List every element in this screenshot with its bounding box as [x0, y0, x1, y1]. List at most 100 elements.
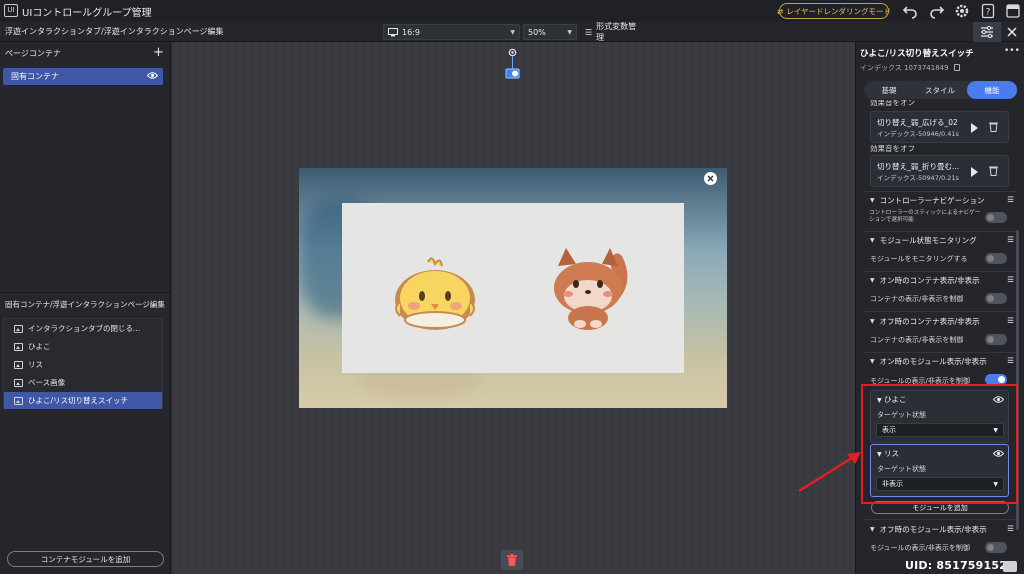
layer-render-mode-label: レイヤードレンダリングモード [786, 6, 892, 16]
tab-basic[interactable]: 基礎 [866, 81, 912, 99]
image-icon [14, 324, 23, 333]
selection-handle-icon[interactable] [505, 48, 520, 80]
eye-icon[interactable] [147, 71, 158, 80]
sound-info: インデックス-50947/0.21s [877, 174, 959, 182]
section-title: オン時のコンテナ表示/非表示 [879, 275, 980, 285]
section-title: オフ時のコンテナ表示/非表示 [879, 316, 980, 326]
chick-image[interactable] [388, 254, 482, 334]
aspect-ratio-select[interactable]: 16:9 ▼ [383, 24, 520, 40]
zoom-value: 50% [528, 27, 546, 37]
zoom-select[interactable]: 50% ▼ [523, 24, 577, 40]
tree-item-close-button[interactable]: インタラクションタブの閉じる... [4, 320, 162, 337]
sound-name: 切り替え_弱_折り畳む... [877, 162, 960, 171]
chevron-down-icon: ▼ [870, 525, 875, 533]
module-monitor-toggle[interactable] [985, 253, 1007, 264]
chevron-down-icon: ▼ [870, 236, 875, 244]
section-off-module[interactable]: ▼ オフ時のモジュール表示/非表示 ☰ [864, 521, 1016, 537]
redo-icon[interactable] [929, 3, 945, 19]
tree-item-label: ひよこ [28, 342, 51, 351]
sound-off-item[interactable]: 切り替え_弱_折り畳む... インデックス-50947/0.21s [870, 155, 1009, 187]
menu-icon[interactable]: ☰ [1007, 356, 1014, 365]
menu-icon[interactable]: ☰ [1007, 316, 1014, 325]
module-monitor-desc: モジュールをモニタリングする [870, 255, 968, 263]
section-title: オフ時のモジュール表示/非表示 [879, 524, 987, 534]
on-container-toggle[interactable] [985, 293, 1007, 304]
squirrel-image[interactable] [544, 244, 634, 334]
add-container-plus-icon[interactable]: + [153, 45, 164, 60]
container-item-fixed[interactable]: 固有コンテナ [3, 68, 163, 85]
edit-section-title: 固有コンテナ/浮遊インタラクションページ編集 [5, 300, 165, 309]
trash-icon[interactable] [501, 550, 523, 570]
controller-nav-toggle[interactable] [985, 212, 1007, 223]
component-index: インデックス 1073741849 [860, 63, 960, 73]
section-on-module[interactable]: ▼ オン時のモジュール表示/非表示 ☰ [864, 353, 1016, 369]
close-icon[interactable] [1003, 23, 1021, 41]
layer-render-mode-button[interactable]: ⇄ レイヤードレンダリングモード [776, 3, 892, 19]
highlight-box [861, 384, 1018, 504]
divider [864, 519, 1016, 520]
settings-gear-icon[interactable] [954, 3, 970, 19]
menu-icon[interactable]: ☰ [1007, 524, 1014, 533]
sound-off-label: 効果音をオフ [870, 144, 915, 153]
sound-on-item[interactable]: 切り替え_弱_広げる_02 インデックス-50946/0.41s [870, 111, 1009, 143]
chevron-down-icon: ▼ [567, 28, 572, 36]
feedback-icon[interactable] [1003, 561, 1017, 572]
controller-nav-desc: コントローラーのスティックによるナビゲーションで選択可能 [869, 210, 981, 223]
play-icon[interactable] [971, 167, 978, 177]
undo-icon[interactable] [902, 3, 918, 19]
tree-item-label: ひよこ/リス切り替えスイッチ [28, 396, 129, 405]
chevron-down-icon: ▼ [870, 357, 875, 365]
aspect-ratio-value: 16:9 [402, 27, 420, 37]
add-container-module-button[interactable]: コンテナモジュールを追加 [7, 551, 164, 567]
sound-on-label: 効果音をオン [870, 100, 915, 107]
list-icon: ☰ [585, 27, 593, 37]
off-module-toggle[interactable] [985, 542, 1007, 553]
sound-name: 切り替え_弱_広げる_02 [877, 118, 958, 127]
off-module-desc: モジュールの表示/非表示を制御 [870, 544, 970, 552]
section-on-container[interactable]: ▼ オン時のコンテナ表示/非表示 ☰ [864, 272, 1016, 288]
tree-item-risu[interactable]: リス [4, 356, 162, 373]
copy-icon[interactable] [953, 64, 960, 71]
chevron-down-icon: ▼ [870, 317, 875, 325]
switch-icon [14, 396, 23, 405]
help-icon[interactable]: ? [980, 3, 996, 19]
tree-item-hiyoko[interactable]: ひよこ [4, 338, 162, 355]
section-controller-nav[interactable]: ▼ コントローラーナビゲーション ☰ [864, 192, 1016, 208]
swap-icon: ⇄ [776, 6, 784, 16]
breadcrumb: 浮遊インタラクションタブ/浮遊インタラクションページ編集 [5, 27, 224, 36]
menu-icon[interactable]: ☰ [1007, 235, 1014, 244]
close-icon[interactable] [704, 172, 717, 185]
app-title: UIコントロールグループ管理 [22, 8, 152, 19]
more-options-icon[interactable]: ••• [1004, 46, 1020, 56]
format-vars-button[interactable]: ☰ 形式変数管理 [580, 22, 646, 42]
tree-item-label: リス [28, 360, 43, 369]
divider [864, 311, 1016, 312]
arrow-annotation-icon [795, 448, 865, 496]
off-container-toggle[interactable] [985, 334, 1007, 345]
sliders-icon[interactable] [973, 22, 1001, 42]
chevron-down-icon: ▼ [870, 196, 875, 204]
play-icon[interactable] [971, 123, 978, 133]
trash-icon[interactable] [989, 165, 998, 176]
menu-icon[interactable]: ☰ [1007, 195, 1014, 204]
tree-item-base-image[interactable]: ベース画像 [4, 374, 162, 391]
uid-label: UID: 851759152 [905, 559, 1008, 572]
svg-text:?: ? [986, 8, 991, 18]
section-module-monitor[interactable]: ▼ モジュール状態モニタリング ☰ [864, 232, 1016, 248]
tab-style[interactable]: スタイル [915, 81, 965, 99]
component-index-text: インデックス 1073741849 [860, 64, 949, 72]
tab-function[interactable]: 機能 [967, 81, 1017, 99]
component-title: ひよこ/リス切り替えスイッチ [860, 49, 974, 59]
trash-icon[interactable] [989, 121, 998, 132]
chevron-down-icon: ▼ [510, 28, 515, 36]
cut-label-wrap: 効果音をオン [860, 100, 1010, 108]
window-icon[interactable] [1005, 3, 1021, 19]
tree-item-toggle-switch[interactable]: ひよこ/リス切り替えスイッチ [4, 392, 162, 409]
section-off-container[interactable]: ▼ オフ時のコンテナ表示/非表示 ☰ [864, 313, 1016, 329]
tree-item-label: ベース画像 [28, 378, 66, 387]
page-container-header: ページコンテナ [5, 49, 61, 58]
format-vars-label: 形式変数管理 [596, 22, 637, 42]
section-title: コントローラーナビゲーション [879, 195, 985, 205]
menu-icon[interactable]: ☰ [1007, 275, 1014, 284]
off-container-desc: コンテナの表示/非表示を制御 [870, 336, 964, 344]
